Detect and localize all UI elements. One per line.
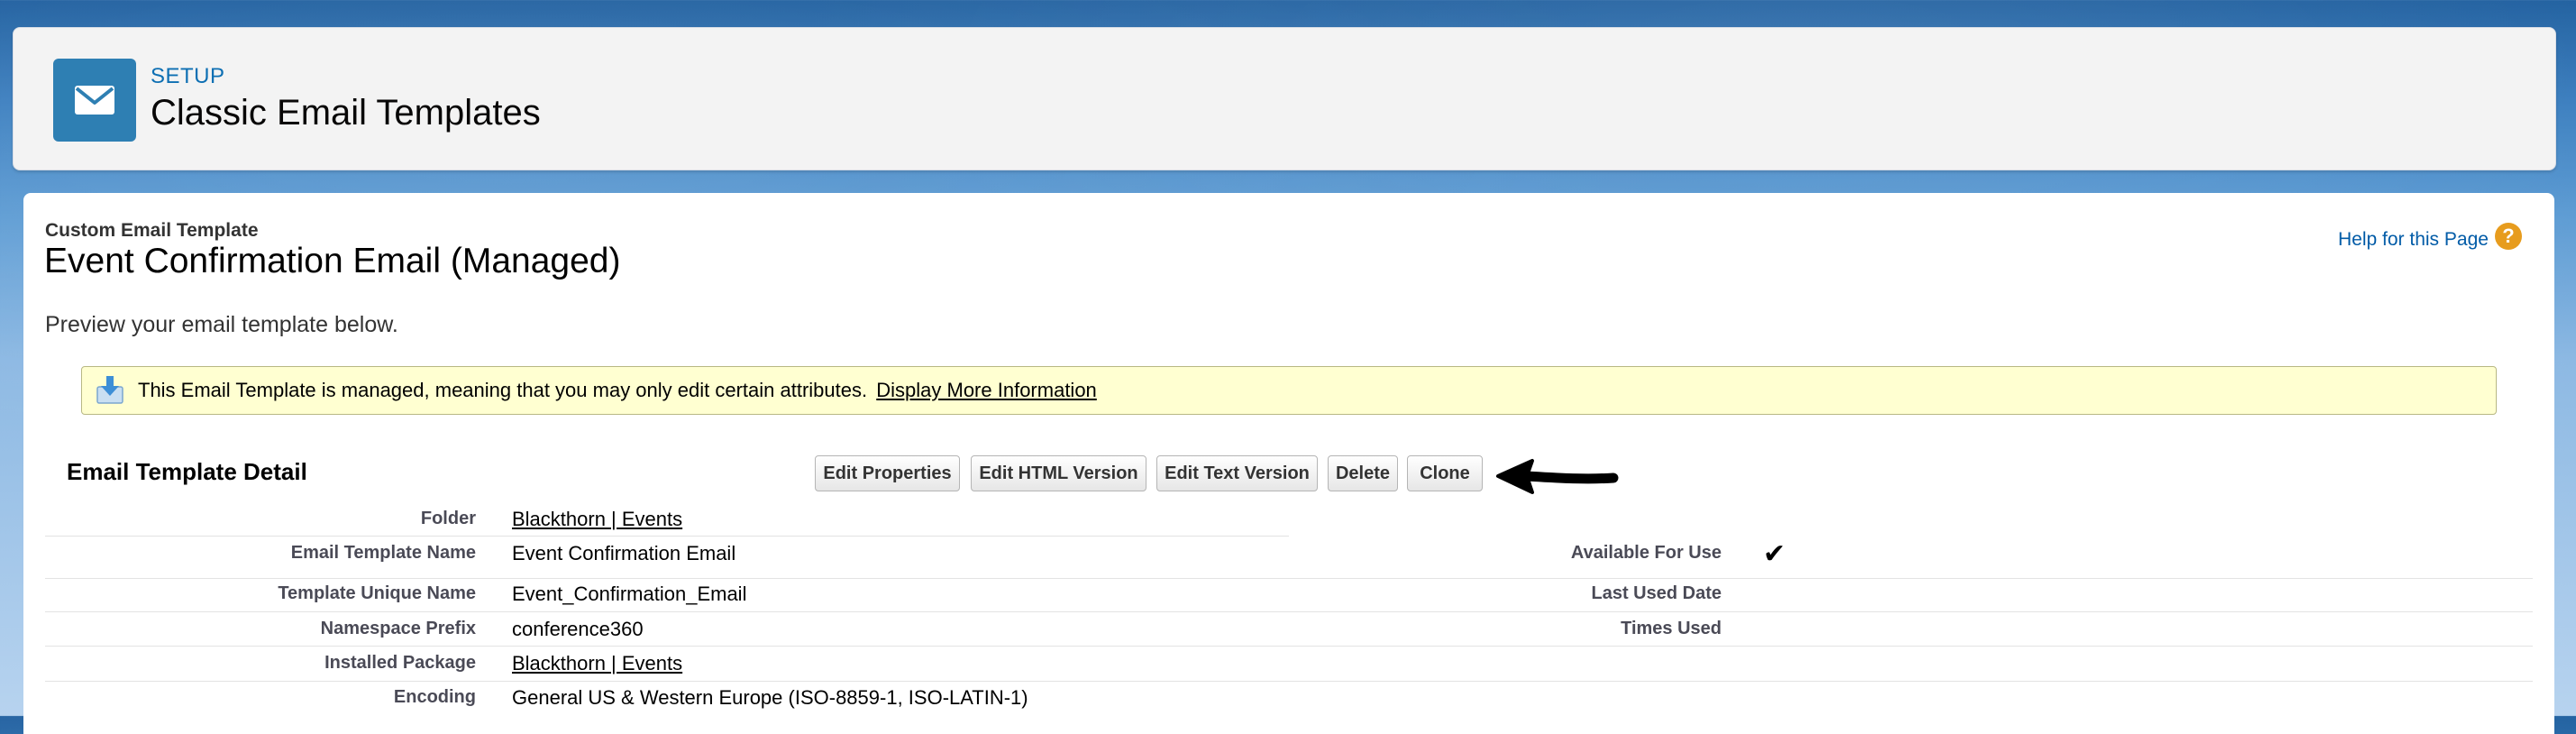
template-unique-name-label: Template Unique Name	[278, 583, 476, 603]
edit-text-version-button[interactable]: Edit Text Version	[1156, 455, 1318, 491]
template-unique-name-value: Event_Confirmation_Email	[512, 583, 747, 605]
clone-button[interactable]: Clone	[1407, 455, 1483, 491]
managed-info-text: This Email Template is managed, meaning …	[138, 379, 1097, 402]
setup-header: SETUP Classic Email Templates	[13, 27, 2556, 170]
managed-info-banner: This Email Template is managed, meaning …	[81, 366, 2497, 415]
namespace-prefix-label: Namespace Prefix	[320, 619, 476, 638]
setup-label: SETUP	[151, 64, 225, 88]
encoding-label: Encoding	[393, 687, 476, 707]
namespace-prefix-value: conference360	[512, 618, 644, 640]
installed-package-label: Installed Package	[324, 653, 476, 673]
edit-properties-button[interactable]: Edit Properties	[815, 455, 960, 491]
row-divider	[45, 611, 2533, 612]
section-title: Email Template Detail	[67, 458, 307, 485]
preview-instructions: Preview your email template below.	[45, 312, 398, 337]
available-for-use-label: Available For Use	[1570, 543, 1722, 563]
row-divider	[45, 646, 2533, 647]
last-used-date-label: Last Used Date	[1591, 583, 1722, 603]
template-type-label: Custom Email Template	[45, 220, 259, 241]
folder-link[interactable]: Blackthorn | Events	[512, 508, 682, 531]
row-divider	[45, 578, 2533, 579]
encoding-value: General US & Western Europe (ISO-8859-1,…	[512, 686, 1028, 709]
page-title: Event Confirmation Email (Managed)	[44, 242, 621, 280]
info-message: This Email Template is managed, meaning …	[138, 379, 868, 401]
annotation-arrow-icon	[1494, 458, 1621, 502]
row-divider	[45, 536, 1289, 537]
help-link[interactable]: Help for this Page	[2338, 229, 2489, 251]
page-header-title: Classic Email Templates	[151, 93, 541, 133]
edit-html-version-button[interactable]: Edit HTML Version	[971, 455, 1146, 491]
installed-package-link[interactable]: Blackthorn | Events	[512, 652, 682, 675]
checkmark-icon: ✔	[1763, 539, 1786, 569]
delete-button[interactable]: Delete	[1328, 455, 1398, 491]
email-template-name-label: Email Template Name	[290, 543, 476, 563]
folder-label: Folder	[420, 509, 476, 528]
email-template-name-value: Event Confirmation Email	[512, 542, 736, 564]
row-divider	[45, 681, 2533, 682]
times-used-label: Times Used	[1621, 619, 1722, 638]
download-icon	[95, 374, 125, 405]
display-more-info-link[interactable]: Display More Information	[876, 379, 1097, 401]
envelope-icon	[53, 59, 136, 142]
question-icon[interactable]: ?	[2495, 223, 2522, 250]
